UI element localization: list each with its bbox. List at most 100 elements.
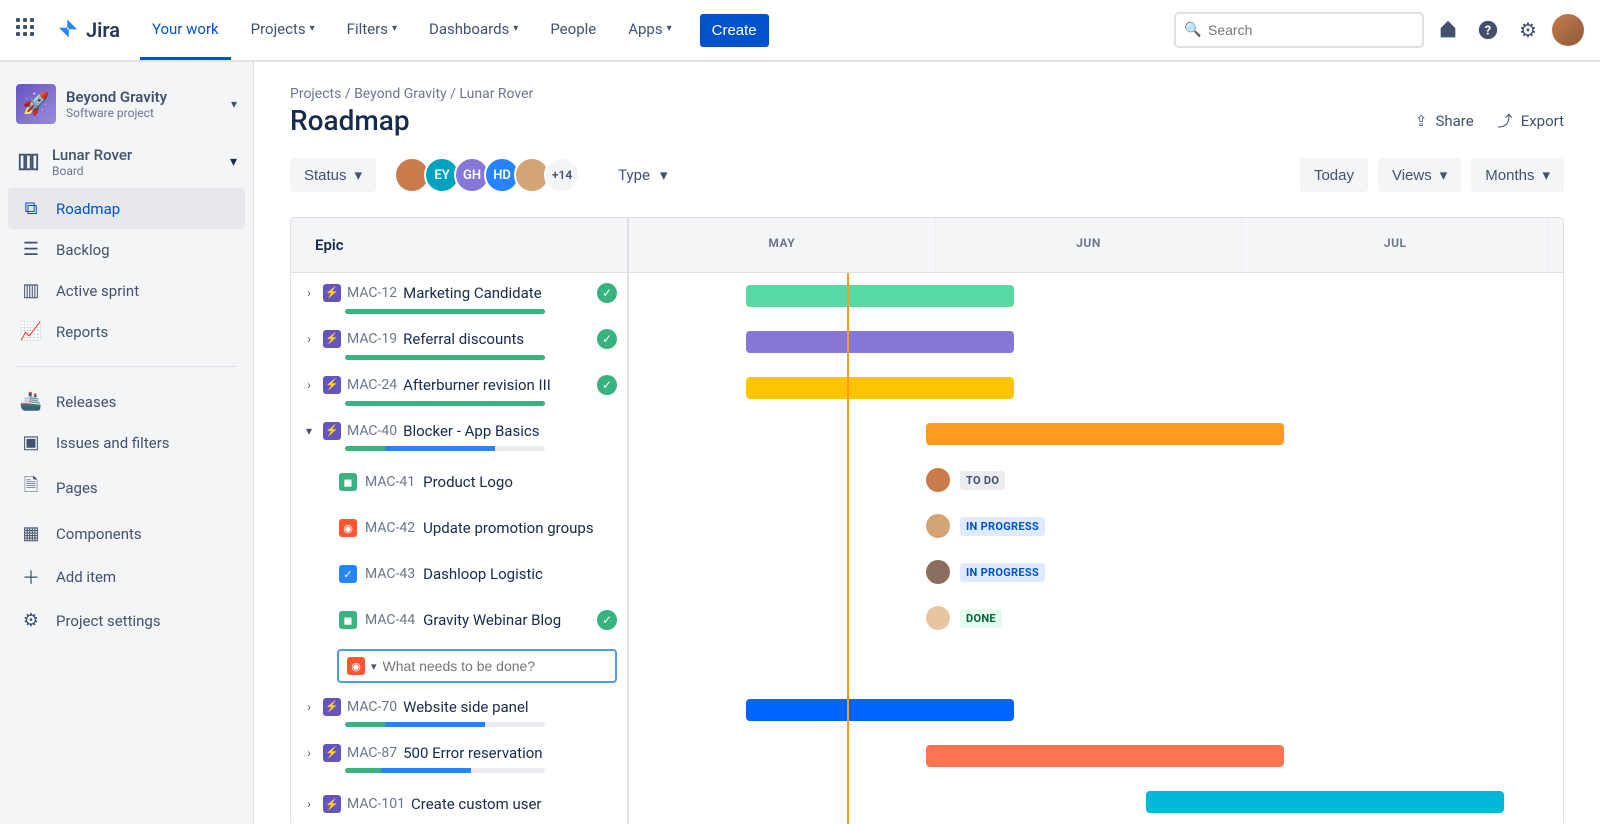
child-issue-row[interactable]: ◉ MAC-42 Update promotion groups IN PROG…	[291, 503, 1563, 549]
board-sub: Board	[52, 164, 132, 178]
new-issue-input-wrap: ◉▾	[337, 649, 617, 683]
timeline-cell[interactable]	[629, 319, 1563, 365]
timeline-cell[interactable]	[629, 733, 1563, 779]
chevron-down-icon[interactable]: ▾	[371, 660, 377, 673]
nav-projects[interactable]: Projects▾	[239, 0, 327, 60]
timeline-cell[interactable]	[629, 411, 1563, 457]
sidebar-item-active-sprint[interactable]: ▥Active sprint	[8, 270, 245, 311]
new-issue-input[interactable]	[383, 658, 607, 674]
expand-toggle[interactable]: ›	[301, 797, 317, 811]
nav-filters[interactable]: Filters▾	[335, 0, 409, 60]
nav-people[interactable]: People	[538, 0, 608, 60]
chevron-down-icon: ▾	[230, 154, 237, 170]
export-icon: ⤴	[1498, 110, 1513, 131]
sidebar-item-backlog[interactable]: ☰Backlog	[8, 229, 245, 270]
sidebar-item-components[interactable]: ▦Components	[8, 513, 245, 554]
issue-key: MAC-24	[347, 377, 397, 393]
sidebar-item-settings[interactable]: ⚙Project settings	[8, 600, 245, 641]
month-header: JUL	[1242, 218, 1549, 272]
nav-apps[interactable]: Apps▾	[616, 0, 683, 60]
epic-icon: ⚡	[323, 698, 341, 716]
epic-bar[interactable]	[1146, 791, 1504, 813]
settings-icon[interactable]: ⚙	[1512, 14, 1544, 46]
timeline-cell[interactable]	[629, 365, 1563, 411]
nav-your-work[interactable]: Your work	[140, 0, 231, 60]
progress-bar	[345, 309, 545, 314]
epic-icon: ⚡	[323, 376, 341, 394]
views-button[interactable]: Views▾	[1378, 158, 1461, 192]
epic-row[interactable]: › ⚡ MAC-87 500 Error reservation	[291, 733, 1563, 779]
gear-icon: ⚙	[20, 610, 42, 631]
epic-row[interactable]: › ⚡ MAC-24 Afterburner revision III ✓	[291, 365, 1563, 411]
breadcrumb-item[interactable]: Beyond Gravity	[354, 86, 447, 102]
sidebar-item-reports[interactable]: 📈Reports	[8, 311, 245, 352]
expand-toggle[interactable]: ›	[301, 700, 317, 714]
user-avatar[interactable]	[1552, 14, 1584, 46]
create-button[interactable]: Create	[700, 14, 769, 47]
sidebar-item-add[interactable]: ＋Add item	[8, 554, 245, 600]
search-input[interactable]	[1174, 12, 1424, 48]
timeline-cell[interactable]	[629, 687, 1563, 733]
notifications-icon[interactable]	[1432, 14, 1464, 46]
jira-logo[interactable]: Jira	[56, 18, 120, 42]
epic-bar[interactable]	[746, 331, 1014, 353]
epic-bar[interactable]	[926, 745, 1284, 767]
issue-key: MAC-70	[347, 699, 397, 715]
sidebar-item-releases[interactable]: 🚢Releases	[8, 381, 245, 422]
chevron-down-icon: ▾	[392, 23, 397, 34]
done-check-icon: ✓	[597, 610, 617, 630]
app-switcher-icon[interactable]	[16, 18, 40, 42]
epic-bar[interactable]	[746, 285, 1014, 307]
bug-icon: ◉	[339, 519, 357, 537]
sidebar-item-pages[interactable]: 🗎Pages	[8, 463, 245, 513]
progress-bar	[345, 768, 545, 773]
board-selector[interactable]: Lunar Rover Board ▾	[8, 136, 245, 188]
breadcrumb-item[interactable]: Lunar Rover	[459, 86, 533, 102]
issue-title: Referral discounts	[403, 330, 524, 348]
child-issue-row[interactable]: ✓ MAC-43 Dashloop Logistic IN PROGRESS	[291, 549, 1563, 595]
sidebar-item-issues[interactable]: ▣Issues and filters	[8, 422, 245, 463]
roadmap-body: › ⚡ MAC-12 Marketing Candidate ✓ › ⚡ MAC…	[291, 273, 1563, 824]
issue-type-picker[interactable]: ◉	[347, 657, 365, 675]
issue-key: MAC-12	[347, 285, 397, 301]
sidebar-item-roadmap[interactable]: ⧉Roadmap	[8, 188, 245, 229]
epic-row[interactable]: › ⚡ MAC-101 Create custom user	[291, 779, 1563, 824]
breadcrumb-item[interactable]: Projects	[290, 86, 341, 102]
epic-row[interactable]: › ⚡ MAC-70 Website side panel	[291, 687, 1563, 733]
type-filter[interactable]: Type▾	[618, 166, 667, 184]
issue-title: Update promotion groups	[423, 519, 593, 537]
child-issue-row[interactable]: ◼ MAC-44 Gravity Webinar Blog ✓ DONE	[291, 595, 1563, 641]
epic-row[interactable]: › ⚡ MAC-19 Referral discounts ✓	[291, 319, 1563, 365]
expand-toggle[interactable]: ›	[301, 746, 317, 760]
assignee-avatar[interactable]	[926, 606, 950, 630]
status-filter[interactable]: Status▾	[290, 158, 376, 192]
timeline-cell[interactable]	[629, 273, 1563, 319]
help-icon[interactable]: ?	[1472, 14, 1504, 46]
expand-toggle[interactable]: ›	[301, 378, 317, 392]
epic-row[interactable]: › ⚡ MAC-12 Marketing Candidate ✓	[291, 273, 1563, 319]
status-badge: DONE	[960, 609, 1002, 628]
nav-dashboards[interactable]: Dashboards▾	[417, 0, 530, 60]
today-button[interactable]: Today	[1300, 158, 1368, 192]
child-issue-row[interactable]: ◼ MAC-41 Product Logo TO DO	[291, 457, 1563, 503]
epic-row[interactable]: ▾ ⚡ MAC-40 Blocker - App Basics	[291, 411, 1563, 457]
assignee-avatar[interactable]	[926, 468, 950, 492]
expand-toggle[interactable]: ›	[301, 286, 317, 300]
expand-toggle[interactable]: ›	[301, 332, 317, 346]
done-check-icon: ✓	[597, 375, 617, 395]
assignee-more[interactable]: +14	[544, 157, 580, 193]
export-button[interactable]: ⤴Export	[1498, 110, 1564, 131]
expand-toggle[interactable]: ▾	[301, 424, 317, 438]
timeline-cell[interactable]	[629, 779, 1563, 824]
issue-key: MAC-43	[365, 566, 415, 582]
epic-bar[interactable]	[746, 699, 1014, 721]
share-button[interactable]: ⇪Share	[1415, 110, 1474, 131]
epic-bar[interactable]	[746, 377, 1014, 399]
project-header[interactable]: 🚀 Beyond Gravity Software project ▾	[8, 78, 245, 130]
epic-bar[interactable]	[926, 423, 1284, 445]
epic-cell: ▾ ⚡ MAC-40 Blocker - App Basics	[291, 411, 629, 457]
assignee-avatar[interactable]	[926, 514, 950, 538]
months-button[interactable]: Months▾	[1471, 158, 1564, 192]
assignee-avatar[interactable]	[926, 560, 950, 584]
assignee-filter[interactable]: EYGHHD+14	[394, 157, 580, 193]
